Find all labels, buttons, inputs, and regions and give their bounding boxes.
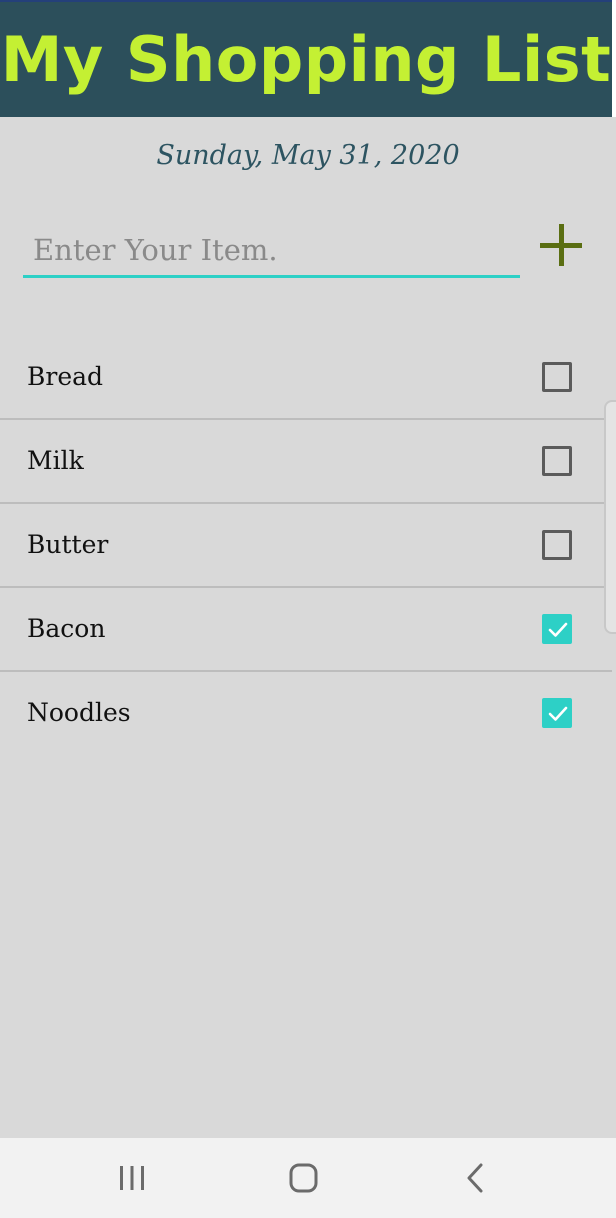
item-label: Bread: [27, 362, 104, 391]
item-label: Noodles: [27, 698, 131, 727]
list-item[interactable]: Bread: [0, 336, 612, 420]
list-item[interactable]: Bacon: [0, 588, 612, 672]
add-item-button[interactable]: [538, 222, 584, 268]
list-item[interactable]: Butter: [0, 504, 612, 588]
item-label: Bacon: [27, 614, 106, 643]
home-button[interactable]: [278, 1156, 328, 1200]
recents-icon: [120, 1166, 144, 1190]
item-checkbox[interactable]: [542, 530, 572, 560]
date-label: Sunday, May 31, 2020: [156, 140, 460, 171]
item-input-container: [23, 226, 520, 278]
item-label: Milk: [27, 446, 84, 475]
check-icon: [548, 706, 568, 721]
shopping-list: Bread Milk Butter Bacon Noodles: [0, 336, 612, 754]
item-label: Butter: [27, 530, 109, 559]
item-checkbox[interactable]: [542, 446, 572, 476]
home-icon: [289, 1163, 318, 1193]
system-nav-bar: [0, 1138, 616, 1218]
list-item[interactable]: Noodles: [0, 672, 612, 754]
recents-button[interactable]: [107, 1156, 157, 1200]
list-item[interactable]: Milk: [0, 420, 612, 504]
scroll-handle[interactable]: [604, 400, 616, 634]
item-input[interactable]: [33, 230, 503, 270]
back-button[interactable]: [450, 1156, 500, 1200]
item-checkbox[interactable]: [542, 362, 572, 392]
item-checkbox[interactable]: [542, 698, 572, 728]
app-title: My Shopping List: [0, 23, 612, 96]
app-header: My Shopping List: [0, 0, 612, 117]
check-icon: [548, 622, 568, 637]
item-checkbox[interactable]: [542, 614, 572, 644]
edge-strip: [612, 0, 616, 117]
back-icon: [467, 1163, 483, 1193]
